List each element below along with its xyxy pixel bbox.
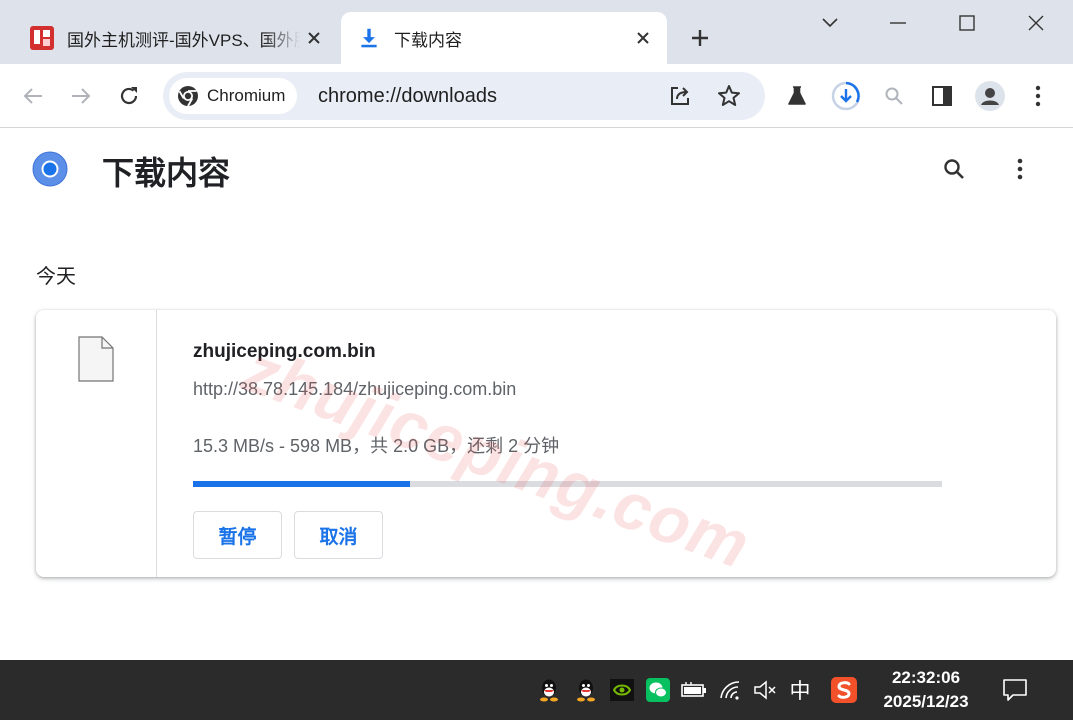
maximize-button[interactable]	[933, 0, 1001, 46]
toolbar: Chromium chrome://downloads	[0, 64, 1073, 128]
tab-zhujiceping[interactable]: 国外主机测评-国外VPS、国外服务器	[16, 12, 338, 64]
avatar-icon	[975, 81, 1005, 111]
tab-title: 国外主机测评-国外VPS、国外服务器	[67, 30, 300, 50]
reload-button[interactable]	[111, 78, 147, 114]
menu-button[interactable]	[1020, 78, 1056, 114]
battery-power-icon[interactable]	[681, 677, 707, 703]
clock-time: 22:32:06	[891, 668, 961, 687]
download-progress-bar	[193, 481, 942, 487]
file-icon[interactable]	[78, 336, 114, 382]
tab-search-button[interactable]	[796, 0, 864, 46]
progress-fill	[193, 481, 411, 487]
back-button[interactable]	[15, 78, 51, 114]
minimize-icon	[890, 22, 906, 24]
side-panel-button[interactable]	[924, 78, 960, 114]
download-icon	[361, 28, 377, 48]
qq-icon[interactable]	[573, 677, 599, 703]
file-icon-area	[36, 310, 157, 577]
wechat-icon[interactable]	[645, 677, 671, 703]
bookmark-button[interactable]	[711, 78, 747, 114]
arrow-right-icon	[72, 88, 91, 104]
wifi-icon[interactable]	[717, 677, 743, 703]
qq-icon[interactable]	[536, 677, 562, 703]
ime-mode-indicator[interactable]: 中	[787, 677, 813, 703]
tab-downloads[interactable]: 下载内容	[341, 12, 667, 64]
pause-button[interactable]: 暂停	[193, 511, 282, 559]
taskbar: 中 22:32:06 2025/12/23	[0, 660, 1073, 720]
address-bar[interactable]: Chromium chrome://downloads	[163, 72, 765, 120]
zoom-search-button[interactable]	[876, 78, 912, 114]
notification-center-icon[interactable]	[1001, 677, 1029, 703]
chip-label: Chromium	[207, 86, 286, 105]
download-item: zhujiceping.com.bin http://38.78.145.184…	[36, 310, 1056, 577]
download-status: 15.3 MB/s - 598 MB，共 2.0 GB，还剩 2 分钟	[193, 436, 560, 456]
sogou-ime-icon[interactable]	[831, 677, 857, 703]
share-icon	[671, 87, 689, 105]
tab-title: 下载内容	[394, 30, 462, 50]
side-panel-icon	[932, 86, 952, 106]
reload-icon	[120, 87, 138, 105]
more-vertical-icon	[1035, 85, 1041, 107]
file-name-link[interactable]: zhujiceping.com.bin	[193, 341, 376, 363]
share-button[interactable]	[662, 78, 698, 114]
downloads-button[interactable]	[828, 78, 864, 114]
page-title: 下载内容	[102, 155, 231, 191]
downloads-header: 下载内容	[0, 129, 1073, 219]
search-icon	[944, 159, 964, 179]
date-section-header: 今天	[36, 266, 76, 288]
arrow-left-icon	[23, 88, 42, 104]
clock-date: 2025/12/23	[883, 692, 969, 711]
chromium-logo-icon	[178, 86, 198, 107]
url-text: chrome://downloads	[318, 84, 497, 107]
downloads-menu-button[interactable]	[1002, 151, 1038, 187]
search-downloads-button[interactable]	[936, 151, 972, 187]
tab-strip: 国外主机测评-国外VPS、国外服务器 下载内容	[0, 0, 1073, 64]
nvidia-icon[interactable]	[609, 677, 635, 703]
close-tab-icon[interactable]	[300, 24, 328, 52]
cancel-button[interactable]: 取消	[294, 511, 383, 559]
search-icon	[885, 87, 903, 105]
new-tab-button[interactable]	[684, 22, 716, 54]
chrome-logo-icon	[32, 151, 68, 187]
close-tab-icon[interactable]	[629, 24, 657, 52]
more-vertical-icon	[1017, 158, 1023, 180]
file-source-url[interactable]: http://38.78.145.184/zhujiceping.com.bin	[193, 379, 516, 400]
minimize-button[interactable]	[864, 0, 932, 46]
close-window-button[interactable]	[1002, 0, 1070, 46]
system-clock[interactable]: 22:32:06 2025/12/23	[866, 666, 986, 714]
chevron-down-icon	[822, 18, 838, 28]
forward-button[interactable]	[63, 78, 99, 114]
star-icon	[718, 85, 740, 106]
download-progress-icon	[831, 81, 861, 111]
site-favicon-icon	[30, 26, 54, 50]
volume-muted-icon[interactable]	[752, 677, 778, 703]
maximize-icon	[959, 15, 975, 31]
site-info-chip[interactable]: Chromium	[169, 78, 298, 114]
plus-icon	[692, 30, 708, 46]
labs-button[interactable]	[779, 78, 815, 114]
close-icon	[1028, 15, 1044, 31]
profile-button[interactable]	[972, 78, 1008, 114]
flask-icon	[788, 86, 806, 105]
